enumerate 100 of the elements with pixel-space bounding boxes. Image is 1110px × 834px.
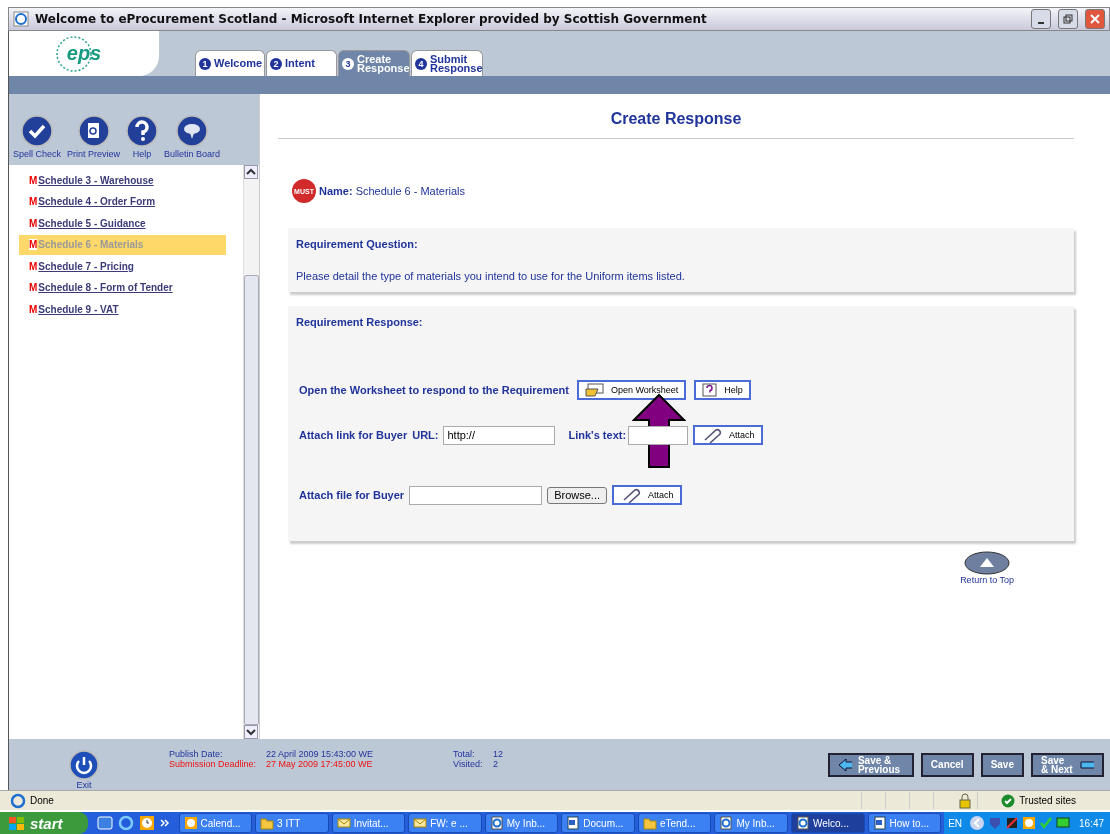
save-next-button[interactable]: Save & Next: [1031, 752, 1104, 777]
footer-button[interactable]: Save: [980, 752, 1024, 777]
visited-value: 2: [493, 758, 500, 769]
question-text: Please detail the type of materials you intend to use for the Uniform items listed.: [296, 270, 686, 282]
tab[interactable]: 2 Intent: [266, 50, 337, 76]
taskbar-item[interactable]: Docum...: [561, 813, 635, 833]
browser-icon: [10, 792, 26, 809]
name-value: Schedule 6 - Materials: [355, 185, 466, 197]
shield-icon[interactable]: [988, 816, 1003, 830]
clock: 16:47: [1079, 817, 1105, 829]
publish-date-label: Publish Date:: [169, 748, 224, 759]
security-zone: Trusted sites: [1019, 795, 1076, 806]
taskbar-item[interactable]: eTend...: [637, 813, 712, 833]
attach-button[interactable]: Attach: [612, 485, 682, 505]
taskbar-item[interactable]: My Inb...: [714, 813, 788, 833]
field-label: Attach link for Buyer: [299, 429, 408, 441]
envelope-icon: [413, 816, 428, 830]
sidebar-item[interactable]: MSchedule 3 - Warehouse: [19, 170, 226, 190]
taskbar-item[interactable]: How to...: [867, 813, 942, 833]
sidebar-item[interactable]: MSchedule 5 - Guidance: [19, 213, 226, 234]
clock-icon: [183, 816, 198, 830]
return-to-top-link[interactable]: Return to Top: [960, 551, 1014, 585]
check-icon[interactable]: [1039, 816, 1054, 830]
check-icon: [1001, 793, 1016, 808]
browse-button[interactable]: Browse...: [547, 486, 607, 504]
sidebar-item[interactable]: MSchedule 4 - Order Form: [19, 191, 226, 212]
visited-label: Visited:: [453, 758, 484, 769]
card-heading: Requirement Response:: [296, 316, 424, 328]
folder-icon: [642, 816, 657, 830]
field-label: Attach file for Buyer: [299, 489, 405, 501]
start-button[interactable]: start: [0, 812, 88, 834]
link-text-field[interactable]: [628, 425, 689, 445]
browser-icon[interactable]: [117, 815, 134, 831]
toolbar-button[interactable]: Bulletin Board: [162, 115, 223, 159]
card-heading: Requirement Question:: [296, 238, 419, 250]
language-indicator[interactable]: EN: [948, 817, 963, 829]
taskbar-item[interactable]: Invitat...: [331, 813, 406, 833]
left-arrow-icon: [837, 757, 852, 772]
restore-icon: [1063, 14, 1073, 24]
restore-button[interactable]: [1058, 9, 1078, 29]
chevron-icon[interactable]: [159, 818, 170, 828]
scrollbar[interactable]: [243, 165, 259, 739]
windows-flag-icon: [8, 815, 26, 831]
minimize-icon: [1038, 21, 1044, 24]
open-worksheet-button[interactable]: Open Worksheet: [576, 380, 687, 400]
close-icon: [1090, 14, 1100, 24]
exit-button[interactable]: Exit: [69, 749, 99, 790]
question-icon: [702, 383, 719, 397]
file-field[interactable]: [409, 485, 543, 505]
toolbar-button[interactable]: Help: [124, 115, 161, 159]
clock-icon[interactable]: [1022, 816, 1037, 830]
attach-button[interactable]: Attach: [693, 425, 763, 445]
desktop-icon[interactable]: [96, 815, 113, 831]
back-icon[interactable]: [969, 815, 986, 831]
browser-icon: [796, 816, 810, 830]
sidebar-item[interactable]: MSchedule 7 - Pricing: [19, 256, 226, 277]
footer-button[interactable]: Cancel: [920, 752, 974, 777]
browser-icon: [719, 816, 734, 830]
field-label: Link's text:: [568, 429, 627, 441]
scroll-down-icon[interactable]: [244, 725, 258, 739]
total-value: 12: [493, 748, 504, 759]
taskbar-item[interactable]: FW: e ...: [408, 813, 482, 833]
taskbar-item[interactable]: Calend...: [178, 813, 253, 833]
sidebar-item[interactable]: MSchedule 9 - VAT: [19, 299, 226, 320]
close-button[interactable]: [1085, 9, 1105, 29]
toolbar-button[interactable]: Spell Check: [11, 115, 64, 159]
browser-icon: [13, 11, 29, 27]
document-icon: [77, 115, 110, 147]
clock-icon[interactable]: [138, 815, 155, 831]
minimize-button[interactable]: [1031, 9, 1051, 29]
url-field[interactable]: http://: [443, 425, 556, 445]
browser-icon: [489, 816, 504, 830]
taskbar-item[interactable]: My Inb...: [484, 813, 559, 833]
monitor-icon[interactable]: [1056, 816, 1071, 830]
envelope-icon: [336, 816, 351, 830]
sidebar-item[interactable]: MSchedule 8 - Form of Tender: [19, 277, 226, 298]
network-icon[interactable]: [1005, 816, 1020, 830]
padlock-icon: [957, 792, 974, 809]
total-label: Total:: [453, 748, 476, 759]
question-icon: [126, 115, 159, 147]
deadline-value: 27 May 2009 17:45:00 WE: [266, 758, 374, 769]
name-label: Name:: [319, 185, 353, 197]
save-previous-button[interactable]: Save & Previous: [827, 752, 914, 777]
field-label: Open the Worksheet to respond to the Requirement: [299, 384, 569, 396]
taskbar-item[interactable]: 3 ITT: [255, 813, 329, 833]
help-button[interactable]: Help: [694, 380, 751, 400]
taskbar-item[interactable]: Welco...: [791, 813, 865, 833]
status-text: Done: [30, 795, 54, 806]
check-icon: [21, 115, 53, 147]
document-icon: [872, 816, 887, 830]
folder-sheet-icon: [584, 383, 605, 397]
scroll-up-icon[interactable]: [244, 165, 258, 179]
tab[interactable]: 1 Welcome: [195, 50, 265, 76]
power-icon: [69, 749, 99, 780]
toolbar-button[interactable]: Print Preview: [65, 115, 123, 159]
publish-date-value: 22 April 2009 15:43:00 WE: [266, 748, 374, 759]
sidebar-item[interactable]: MSchedule 6 - Materials: [19, 234, 226, 255]
speech-bubble-icon: [176, 115, 209, 147]
deadline-label: Submission Deadline:: [169, 758, 258, 769]
scroll-thumb[interactable]: [244, 275, 259, 725]
